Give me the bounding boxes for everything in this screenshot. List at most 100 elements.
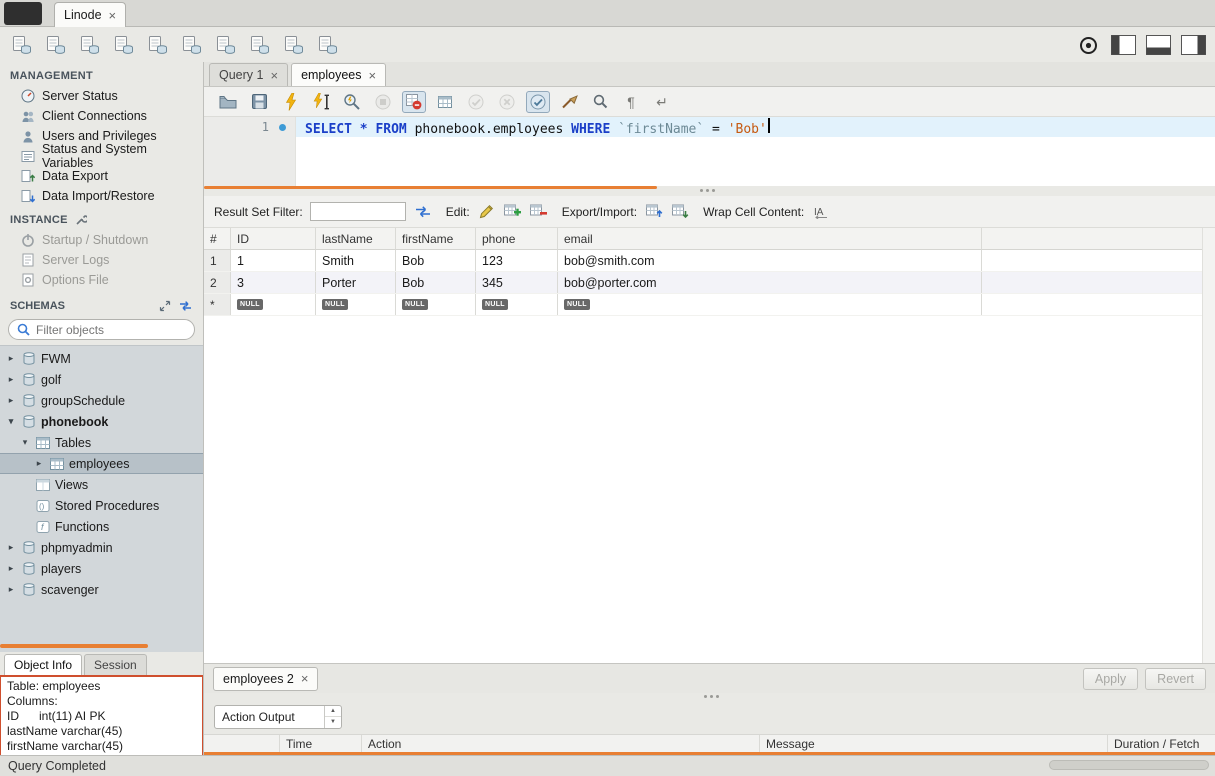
tab-object-info[interactable]: Object Info [4,654,82,675]
cell[interactable]: Bob [396,250,476,271]
limit-rows-icon[interactable] [433,91,457,113]
tree-item-tables[interactable]: ▾Tables [0,432,203,453]
tab-session[interactable]: Session [84,654,147,675]
explain-icon[interactable] [340,91,364,113]
cell[interactable]: NULL [231,294,316,315]
table-row[interactable]: 23PorterBob345bob@porter.com [204,272,1215,294]
query-tab-employees[interactable]: employees× [291,63,386,86]
close-icon[interactable]: × [301,672,309,685]
tree-down-arrow-icon[interactable]: ▾ [20,437,30,448]
tree-item-stored-procedures[interactable]: ()Stored Procedures [0,495,203,516]
tree-item-employees[interactable]: ▸employees [0,453,203,474]
apply-button[interactable]: Apply [1083,668,1138,690]
action-output-select[interactable]: Action Output ▲▼ [214,705,342,729]
schema-filter-input[interactable] [36,323,191,337]
beautify-icon[interactable] [557,91,581,113]
open-sql-script-icon[interactable] [42,33,69,58]
tree-item-functions[interactable]: fFunctions [0,516,203,537]
stop-icon[interactable] [371,91,395,113]
close-icon[interactable]: × [270,69,278,82]
sidebar-item-client-connections[interactable]: Client Connections [0,106,203,126]
tree-item-golf[interactable]: ▸golf [0,369,203,390]
tree-item-players[interactable]: ▸players [0,558,203,579]
column-header-lastname[interactable]: lastName [316,228,396,250]
sql-active-line[interactable]: SELECT * FROM phonebook.employees WHERE … [296,117,1215,137]
grid-vertical-scrollbar[interactable] [1202,228,1215,663]
autocommit-icon[interactable] [526,91,550,113]
save-script-icon[interactable] [247,91,271,113]
create-procedure-icon[interactable] [178,33,205,58]
table-row[interactable]: 11SmithBob123bob@smith.com [204,250,1215,272]
toggle-left-panel-icon[interactable] [1110,33,1137,58]
delete-row-icon[interactable] [529,203,549,221]
refresh-icon[interactable] [413,203,433,221]
cell[interactable]: bob@porter.com [558,272,982,293]
tree-right-arrow-icon[interactable]: ▸ [6,374,16,385]
expand-panel-icon[interactable] [157,299,173,313]
cell[interactable]: Porter [316,272,396,293]
home-button[interactable] [4,2,42,25]
import-records-icon[interactable] [670,203,690,221]
tree-horizontal-scrollbar[interactable] [0,644,148,648]
cell[interactable]: bob@smith.com [558,250,982,271]
column-header-id[interactable]: ID [231,228,316,250]
close-icon[interactable]: × [109,9,117,22]
splitter-handle[interactable] [700,189,715,192]
action-column-duration-fetch[interactable]: Duration / Fetch [1108,735,1215,753]
query-tab-query-1[interactable]: Query 1× [209,63,288,86]
tree-item-scavenger[interactable]: ▸scavenger [0,579,203,600]
execute-current-icon[interactable] [309,91,333,113]
window-tab-linode[interactable]: Linode × [54,2,126,27]
tree-item-views[interactable]: Views [0,474,203,495]
sidebar-item-data-import-restore[interactable]: Data Import/Restore [0,186,203,206]
system-info-icon[interactable] [1075,33,1102,58]
sidebar-item-server-status[interactable]: Server Status [0,86,203,106]
sidebar-item-startup-shutdown[interactable]: Startup / Shutdown [0,230,203,250]
tree-right-arrow-icon[interactable]: ▸ [6,353,16,364]
refresh-schemas-icon[interactable] [177,299,193,313]
tree-right-arrow-icon[interactable]: ▸ [6,563,16,574]
stepper-icons[interactable]: ▲▼ [324,706,341,728]
action-column-blank[interactable] [204,735,280,753]
create-schema-icon[interactable] [76,33,103,58]
create-function-icon[interactable] [212,33,239,58]
migration-icon[interactable] [314,33,341,58]
result-tab-employees-2[interactable]: employees 2 × [213,667,318,691]
sidebar-item-options-file[interactable]: Options File [0,270,203,290]
editor-horizontal-scrollbar[interactable] [204,186,657,189]
tree-right-arrow-icon[interactable]: ▸ [34,458,44,469]
tree-item-phpmyadmin[interactable]: ▸phpmyadmin [0,537,203,558]
toggle-right-panel-icon[interactable] [1180,33,1207,58]
create-table-icon[interactable] [110,33,137,58]
cell[interactable]: NULL [396,294,476,315]
close-icon[interactable]: × [369,69,377,82]
invisible-chars-icon[interactable]: ¶ [619,91,643,113]
cell[interactable]: Bob [396,272,476,293]
action-column-message[interactable]: Message [760,735,1108,753]
find-icon[interactable] [588,91,612,113]
wrap-cell-icon[interactable]: ΙΑ [811,203,833,221]
edit-cell-icon[interactable] [477,203,497,221]
bottom-splitter[interactable] [204,694,1215,700]
action-column-time[interactable]: Time [280,735,362,753]
insert-row-icon[interactable] [503,203,523,221]
row-header[interactable]: * [204,294,231,315]
cell[interactable]: 1 [231,250,316,271]
tree-down-arrow-icon[interactable]: ▾ [6,416,16,427]
export-recordset-icon[interactable] [644,203,664,221]
column-header-email[interactable]: email [558,228,982,250]
reconnect-server-icon[interactable] [280,33,307,58]
cell[interactable]: NULL [316,294,396,315]
sidebar-item-status-and-system-variables[interactable]: Status and System Variables [0,146,203,166]
execute-icon[interactable] [278,91,302,113]
cell[interactable]: NULL [558,294,982,315]
search-data-icon[interactable] [246,33,273,58]
create-view-icon[interactable] [144,33,171,58]
toggle-bottom-panel-icon[interactable] [1145,33,1172,58]
new-row[interactable]: *NULLNULLNULLNULLNULL [204,294,1215,316]
revert-button[interactable]: Revert [1145,668,1206,690]
tree-right-arrow-icon[interactable]: ▸ [6,542,16,553]
row-header[interactable]: 2 [204,272,231,293]
open-file-icon[interactable] [216,91,240,113]
cell[interactable]: 3 [231,272,316,293]
